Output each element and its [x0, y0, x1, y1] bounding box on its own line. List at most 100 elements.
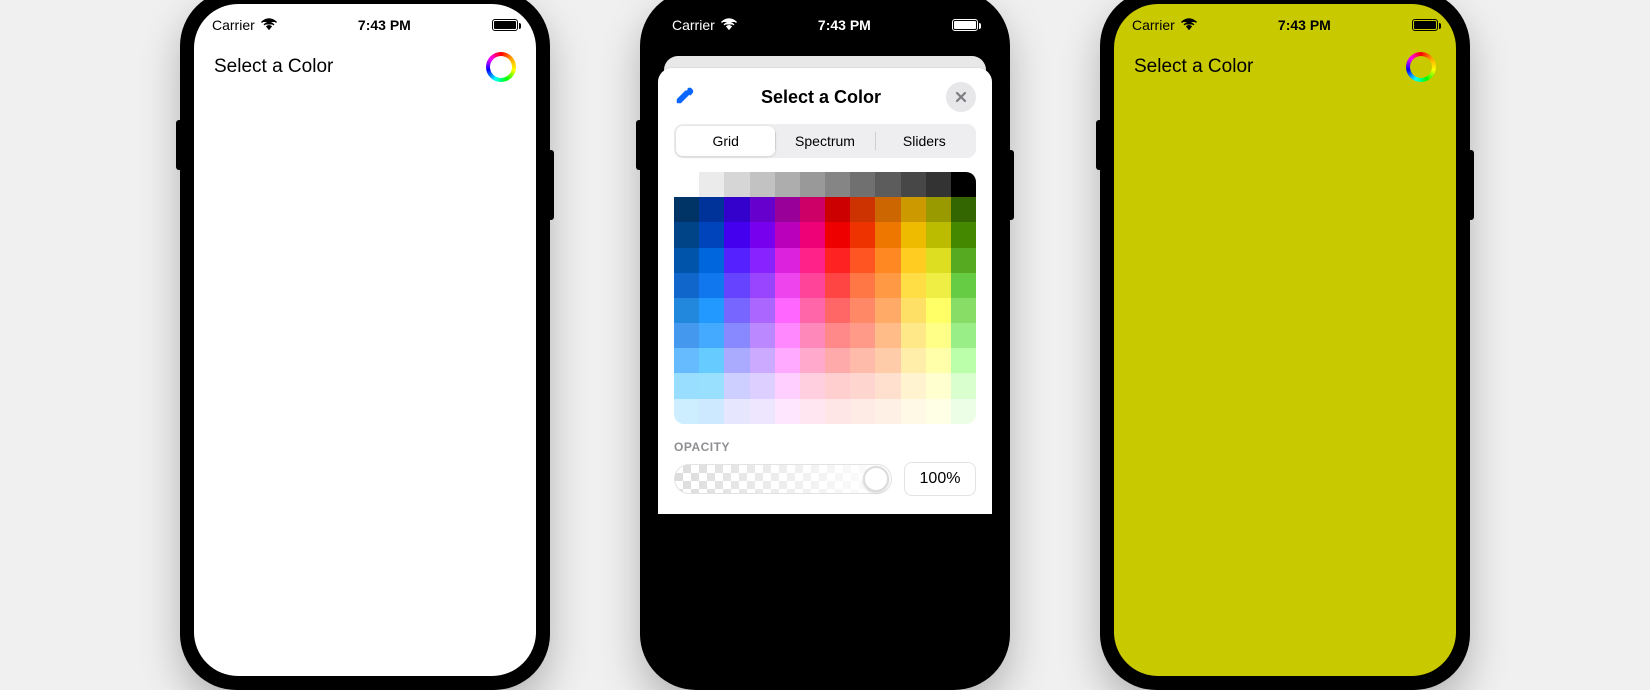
- color-swatch[interactable]: [875, 373, 900, 398]
- color-swatch[interactable]: [825, 399, 850, 424]
- color-swatch[interactable]: [724, 248, 749, 273]
- color-grid[interactable]: [674, 172, 976, 424]
- color-swatch[interactable]: [825, 197, 850, 222]
- color-swatch[interactable]: [674, 197, 699, 222]
- color-swatch[interactable]: [901, 248, 926, 273]
- color-swatch[interactable]: [850, 348, 875, 373]
- color-swatch[interactable]: [901, 197, 926, 222]
- color-swatch[interactable]: [674, 373, 699, 398]
- color-swatch[interactable]: [850, 273, 875, 298]
- color-swatch[interactable]: [901, 399, 926, 424]
- color-swatch[interactable]: [875, 197, 900, 222]
- color-swatch[interactable]: [850, 373, 875, 398]
- color-swatch[interactable]: [775, 248, 800, 273]
- slider-knob[interactable]: [863, 466, 889, 492]
- color-swatch[interactable]: [825, 273, 850, 298]
- color-swatch[interactable]: [800, 273, 825, 298]
- color-swatch[interactable]: [901, 172, 926, 197]
- color-swatch[interactable]: [850, 197, 875, 222]
- color-swatch[interactable]: [674, 273, 699, 298]
- color-swatch[interactable]: [926, 399, 951, 424]
- opacity-value-field[interactable]: 100%: [904, 462, 976, 496]
- color-swatch[interactable]: [951, 373, 976, 398]
- color-swatch[interactable]: [850, 172, 875, 197]
- opacity-slider[interactable]: [674, 464, 892, 494]
- color-swatch[interactable]: [926, 348, 951, 373]
- color-swatch[interactable]: [800, 248, 825, 273]
- color-picker-row[interactable]: Select a Color: [194, 38, 536, 96]
- color-swatch[interactable]: [775, 172, 800, 197]
- color-swatch[interactable]: [901, 373, 926, 398]
- tab-spectrum[interactable]: Spectrum: [775, 126, 874, 156]
- color-swatch[interactable]: [674, 298, 699, 323]
- color-swatch[interactable]: [724, 348, 749, 373]
- color-swatch[interactable]: [775, 373, 800, 398]
- color-swatch[interactable]: [926, 248, 951, 273]
- color-swatch[interactable]: [951, 222, 976, 247]
- color-swatch[interactable]: [951, 348, 976, 373]
- color-swatch[interactable]: [699, 348, 724, 373]
- color-swatch[interactable]: [674, 222, 699, 247]
- color-swatch[interactable]: [699, 298, 724, 323]
- color-swatch[interactable]: [750, 348, 775, 373]
- color-swatch[interactable]: [674, 248, 699, 273]
- color-swatch[interactable]: [926, 273, 951, 298]
- color-swatch[interactable]: [800, 298, 825, 323]
- color-swatch[interactable]: [724, 172, 749, 197]
- color-swatch[interactable]: [800, 399, 825, 424]
- color-swatch[interactable]: [875, 273, 900, 298]
- color-swatch[interactable]: [750, 222, 775, 247]
- color-swatch[interactable]: [750, 273, 775, 298]
- color-swatch[interactable]: [699, 222, 724, 247]
- color-swatch[interactable]: [875, 323, 900, 348]
- color-swatch[interactable]: [926, 172, 951, 197]
- color-swatch[interactable]: [724, 373, 749, 398]
- color-swatch[interactable]: [750, 373, 775, 398]
- color-swatch[interactable]: [951, 273, 976, 298]
- color-swatch[interactable]: [800, 197, 825, 222]
- color-swatch[interactable]: [901, 222, 926, 247]
- color-swatch[interactable]: [724, 323, 749, 348]
- color-swatch[interactable]: [724, 298, 749, 323]
- color-swatch[interactable]: [850, 222, 875, 247]
- color-swatch[interactable]: [750, 323, 775, 348]
- color-picker-row[interactable]: Select a Color: [1114, 38, 1456, 96]
- color-swatch[interactable]: [850, 323, 875, 348]
- color-swatch[interactable]: [674, 399, 699, 424]
- color-swatch[interactable]: [800, 222, 825, 247]
- eyedropper-button[interactable]: [674, 84, 696, 111]
- tab-grid[interactable]: Grid: [676, 126, 775, 156]
- color-swatch[interactable]: [901, 348, 926, 373]
- color-swatch[interactable]: [775, 399, 800, 424]
- color-swatch[interactable]: [724, 399, 749, 424]
- color-swatch[interactable]: [875, 248, 900, 273]
- color-swatch[interactable]: [850, 298, 875, 323]
- color-swatch[interactable]: [951, 197, 976, 222]
- color-swatch[interactable]: [699, 273, 724, 298]
- color-swatch[interactable]: [699, 197, 724, 222]
- color-swatch[interactable]: [875, 399, 900, 424]
- color-swatch[interactable]: [724, 222, 749, 247]
- color-swatch[interactable]: [901, 298, 926, 323]
- tab-sliders[interactable]: Sliders: [875, 126, 974, 156]
- color-swatch[interactable]: [775, 273, 800, 298]
- color-swatch[interactable]: [850, 399, 875, 424]
- color-swatch[interactable]: [825, 298, 850, 323]
- segmented-control[interactable]: Grid Spectrum Sliders: [674, 124, 976, 158]
- color-swatch[interactable]: [951, 248, 976, 273]
- close-button[interactable]: [946, 82, 976, 112]
- color-swatch[interactable]: [901, 323, 926, 348]
- color-swatch[interactable]: [875, 298, 900, 323]
- color-swatch[interactable]: [724, 197, 749, 222]
- color-swatch[interactable]: [875, 348, 900, 373]
- color-swatch[interactable]: [775, 348, 800, 373]
- color-swatch[interactable]: [775, 323, 800, 348]
- color-swatch[interactable]: [699, 248, 724, 273]
- color-swatch[interactable]: [750, 399, 775, 424]
- color-swatch[interactable]: [825, 348, 850, 373]
- color-swatch[interactable]: [901, 273, 926, 298]
- color-swatch[interactable]: [951, 298, 976, 323]
- color-swatch[interactable]: [750, 298, 775, 323]
- color-swatch[interactable]: [825, 222, 850, 247]
- color-swatch[interactable]: [674, 172, 699, 197]
